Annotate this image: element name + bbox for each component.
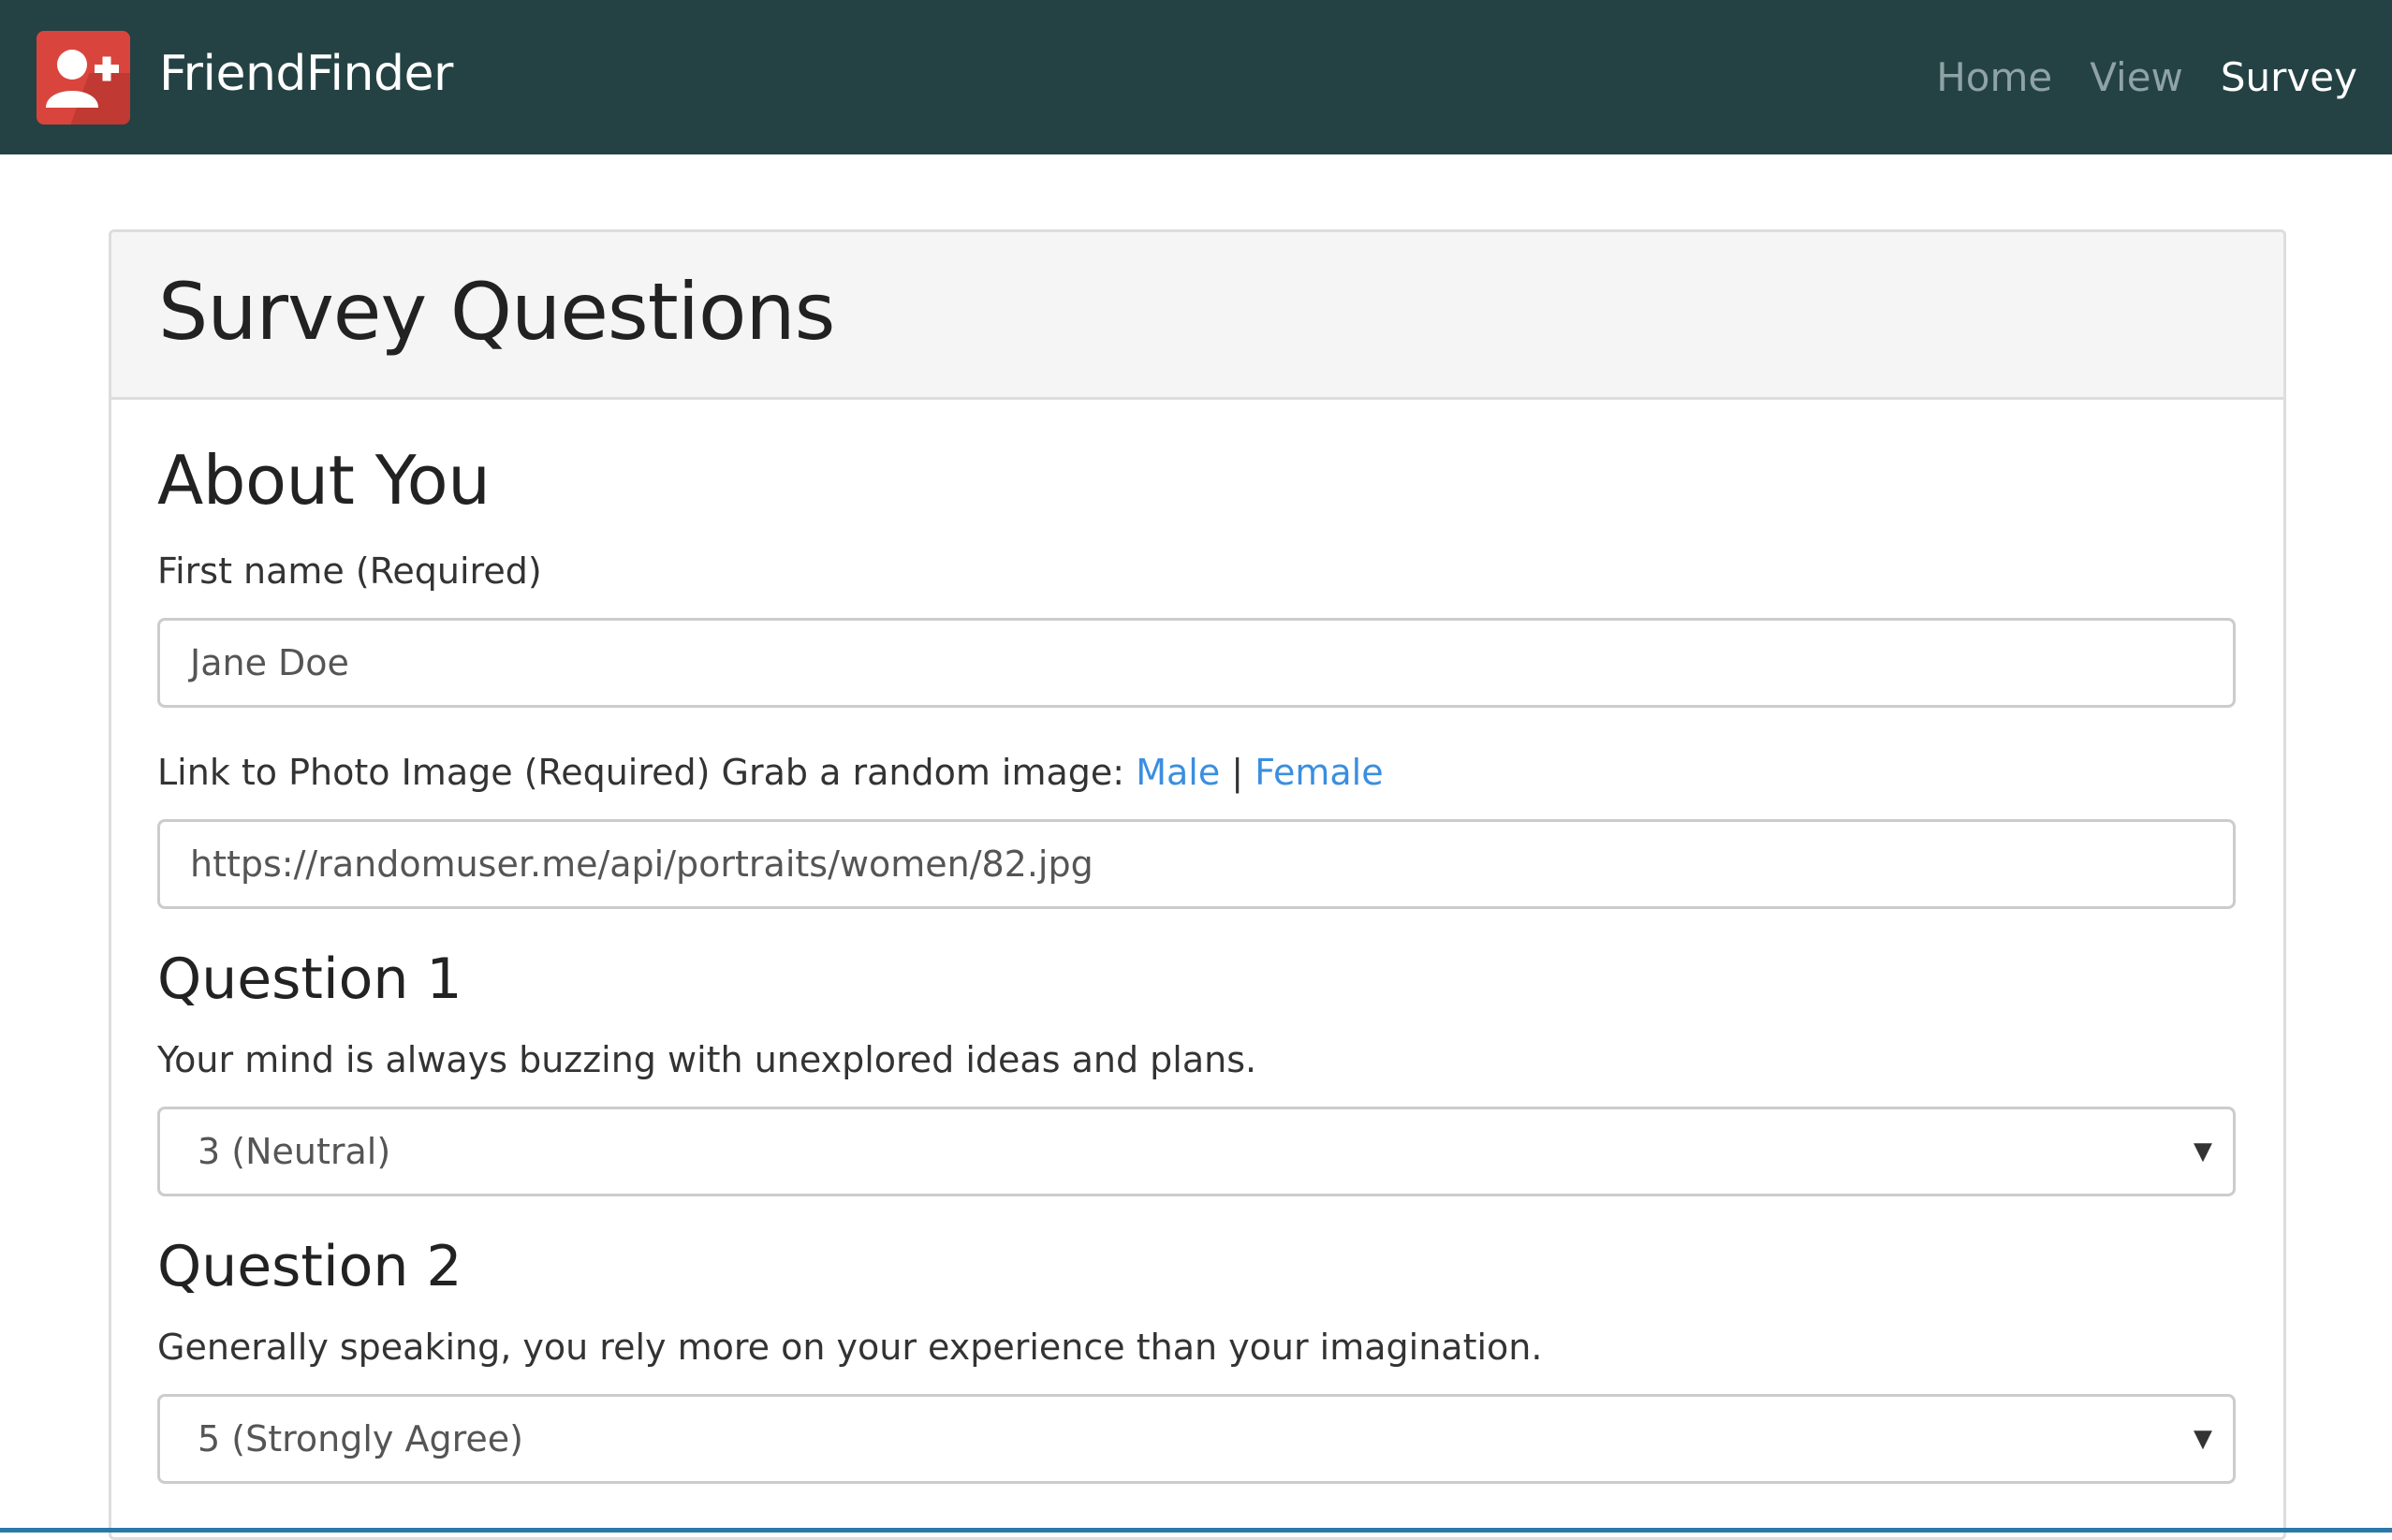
add-friend-icon[interactable] <box>37 31 130 125</box>
female-image-link[interactable]: Female <box>1255 752 1383 793</box>
nav-link-view[interactable]: View <box>2090 47 2183 109</box>
photo-label-row: Link to Photo Image (Required) Grab a ra… <box>157 747 1384 798</box>
brand-name[interactable]: FriendFinder <box>159 41 453 107</box>
page-title: Survey Questions <box>158 266 835 358</box>
link-separator: | <box>1231 752 1244 793</box>
navbar: FriendFinder Home View Survey <box>0 0 2392 154</box>
caret-down-icon: ▼ <box>2194 1137 2212 1166</box>
nav-links: Home View Survey <box>1936 47 2357 109</box>
first-name-field[interactable]: Jane Doe <box>157 618 2236 708</box>
question-1-select[interactable]: 3 (Neutral) ▼ <box>157 1107 2236 1196</box>
question-2-select[interactable]: 5 (Strongly Agree) ▼ <box>157 1394 2236 1484</box>
question-2-text: Generally speaking, you rely more on you… <box>157 1327 1543 1368</box>
panel-heading: Survey Questions <box>111 232 2283 400</box>
question-2-value: 5 (Strongly Agree) <box>198 1418 523 1459</box>
question-1-text: Your mind is always buzzing with unexplo… <box>157 1039 1257 1080</box>
bottom-accent-line <box>0 1528 2392 1533</box>
caret-down-icon: ▼ <box>2194 1425 2212 1453</box>
photo-url-field[interactable]: https://randomuser.me/api/portraits/wome… <box>157 819 2236 909</box>
male-image-link[interactable]: Male <box>1136 752 1220 793</box>
question-1-heading: Question 1 <box>157 946 462 1012</box>
first-name-label: First name (Required) <box>157 550 542 592</box>
question-1-value: 3 (Neutral) <box>198 1131 391 1172</box>
nav-link-home[interactable]: Home <box>1936 47 2052 109</box>
photo-label: Link to Photo Image (Required) Grab a ra… <box>157 752 1125 793</box>
question-2-heading: Question 2 <box>157 1234 462 1299</box>
about-you-heading: About You <box>157 441 491 520</box>
nav-link-survey[interactable]: Survey <box>2221 47 2357 109</box>
